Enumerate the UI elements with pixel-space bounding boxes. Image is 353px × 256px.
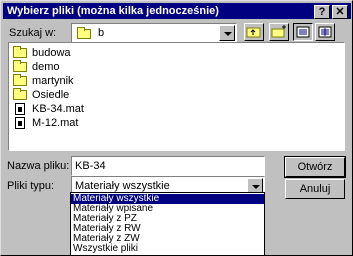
list-item[interactable]: Osiedle bbox=[13, 87, 69, 101]
up-folder-icon bbox=[246, 27, 261, 38]
list-item[interactable]: budowa bbox=[13, 45, 71, 59]
filename-input[interactable]: KB-34 bbox=[71, 156, 265, 176]
filetype-option[interactable]: Wszystkie pliki bbox=[71, 244, 264, 254]
filetype-label: Pliki typu: bbox=[7, 180, 55, 192]
new-folder-icon bbox=[271, 25, 286, 38]
file-list[interactable]: budowa demo martynik Osiedle KB-34.mat M… bbox=[8, 42, 345, 151]
folder-icon bbox=[77, 27, 91, 39]
title-bar: Wybierz pliki (można kilka jednocześnie)… bbox=[3, 3, 351, 19]
up-folder-button[interactable] bbox=[244, 23, 264, 41]
list-item[interactable]: demo bbox=[13, 59, 60, 73]
lookin-value: b bbox=[98, 27, 105, 39]
filename-label: Nazwa pliku: bbox=[7, 160, 70, 172]
folder-icon bbox=[13, 45, 27, 58]
new-folder-button[interactable] bbox=[269, 23, 289, 41]
lookin-dropdown-button[interactable] bbox=[219, 25, 235, 41]
folder-icon bbox=[13, 73, 27, 86]
filename-value: KB-34 bbox=[75, 160, 106, 172]
cancel-button[interactable]: Anuluj bbox=[285, 179, 345, 199]
file-icon bbox=[15, 116, 25, 129]
open-button[interactable]: Otwórz bbox=[284, 156, 346, 178]
list-item[interactable]: KB-34.mat bbox=[13, 102, 84, 115]
details-view-button[interactable] bbox=[315, 23, 335, 41]
file-open-dialog: Wybierz pliki (można kilka jednocześnie)… bbox=[0, 0, 353, 256]
help-button[interactable]: ? bbox=[314, 5, 330, 19]
list-view-button[interactable] bbox=[293, 23, 313, 41]
list-item[interactable]: M-12.mat bbox=[13, 116, 78, 129]
details-view-icon bbox=[318, 26, 332, 38]
filetype-dropdown-list[interactable]: Materiały wszystkie Materiały wpisane Ma… bbox=[70, 192, 265, 256]
dialog-title: Wybierz pliki (można kilka jednocześnie) bbox=[7, 5, 219, 17]
lookin-combo[interactable]: b bbox=[71, 23, 237, 43]
folder-icon bbox=[13, 87, 27, 100]
file-icon bbox=[15, 102, 25, 115]
list-view-icon bbox=[296, 26, 310, 38]
close-button[interactable]: ✕ bbox=[332, 5, 348, 19]
lookin-label: Szukaj w: bbox=[9, 27, 57, 39]
list-item[interactable]: martynik bbox=[13, 73, 74, 87]
folder-icon bbox=[13, 59, 27, 72]
filetype-value: Materiały wszystkie bbox=[75, 180, 170, 192]
